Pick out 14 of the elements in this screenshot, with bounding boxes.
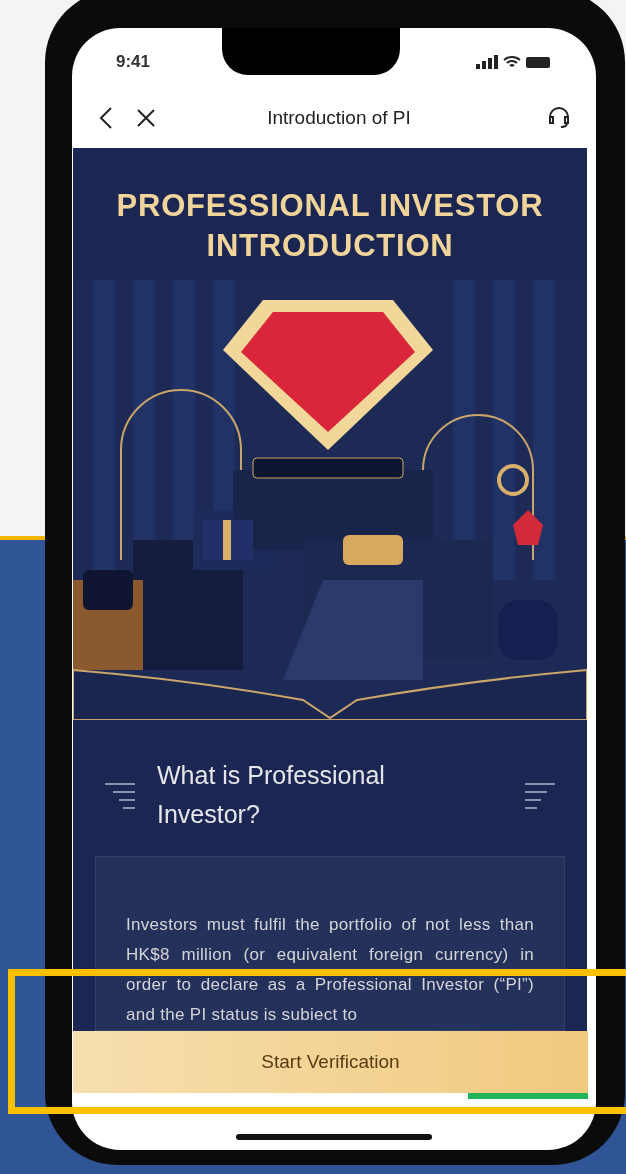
section-heading: Investor? <box>157 799 261 830</box>
start-verification-button[interactable]: Start Verification <box>73 1031 588 1093</box>
signal-icon <box>476 55 498 69</box>
headset-icon <box>546 105 572 131</box>
battery-icon <box>526 55 552 69</box>
page-title: Introduction of PI <box>266 105 412 130</box>
description-text: Investors must fulfil the portfolio of not less than HK$8 million (or equivalent foreign currency) in order to declare as a Professional Investor (“PI”) and the PI status is subiect to <box>126 914 534 1026</box>
hero-title: PROFESSIONAL INVESTOR <box>116 187 544 225</box>
wifi-icon <box>503 55 521 69</box>
close-icon <box>136 108 156 128</box>
hero-title: INTRODUCTION <box>206 227 454 265</box>
back-icon <box>99 106 113 130</box>
status-time: 9:41 <box>116 51 151 74</box>
section-heading: What is Professional <box>157 760 386 791</box>
